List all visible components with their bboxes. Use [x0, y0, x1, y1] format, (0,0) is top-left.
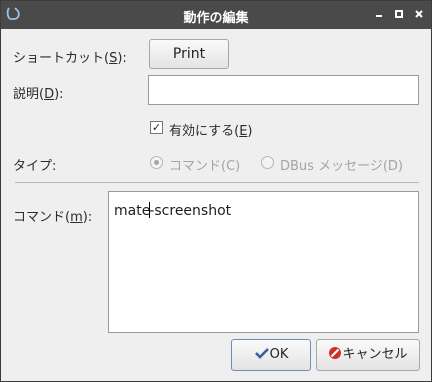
command-radio-label: コマンド(C): [169, 159, 241, 174]
shortcut-label: ショートカット(S):: [13, 51, 127, 66]
separator: [15, 182, 419, 183]
description-input[interactable]: [148, 75, 419, 105]
edit-action-dialog: 動作の編集 ショートカット(S): Print 説明(D): ✓ 有効にする(E…: [0, 0, 432, 382]
cancel-icon: [329, 347, 342, 359]
command-textarea[interactable]: mate-screenshot: [108, 191, 419, 333]
maximize-icon[interactable]: [391, 6, 407, 22]
enabled-label[interactable]: 有効にする(E): [169, 120, 253, 139]
window-title: 動作の編集: [183, 11, 249, 26]
close-icon[interactable]: [411, 6, 427, 22]
minimize-icon[interactable]: [371, 6, 387, 22]
type-label: タイプ:: [13, 159, 57, 174]
dbus-radio-label: DBus メッセージ(D): [280, 159, 403, 174]
command-label: コマンド(m):: [13, 210, 93, 225]
enabled-checkbox[interactable]: ✓: [150, 121, 163, 134]
shortcut-button[interactable]: Print: [149, 39, 229, 69]
dbus-radio[interactable]: [261, 156, 274, 169]
command-radio[interactable]: [150, 156, 163, 169]
title-bar[interactable]: 動作の編集: [1, 1, 431, 29]
description-label: 説明(D):: [13, 87, 64, 102]
checkmark-icon: [254, 348, 269, 359]
ok-button[interactable]: OK: [231, 339, 311, 371]
cancel-button[interactable]: キャンセル: [316, 339, 420, 371]
